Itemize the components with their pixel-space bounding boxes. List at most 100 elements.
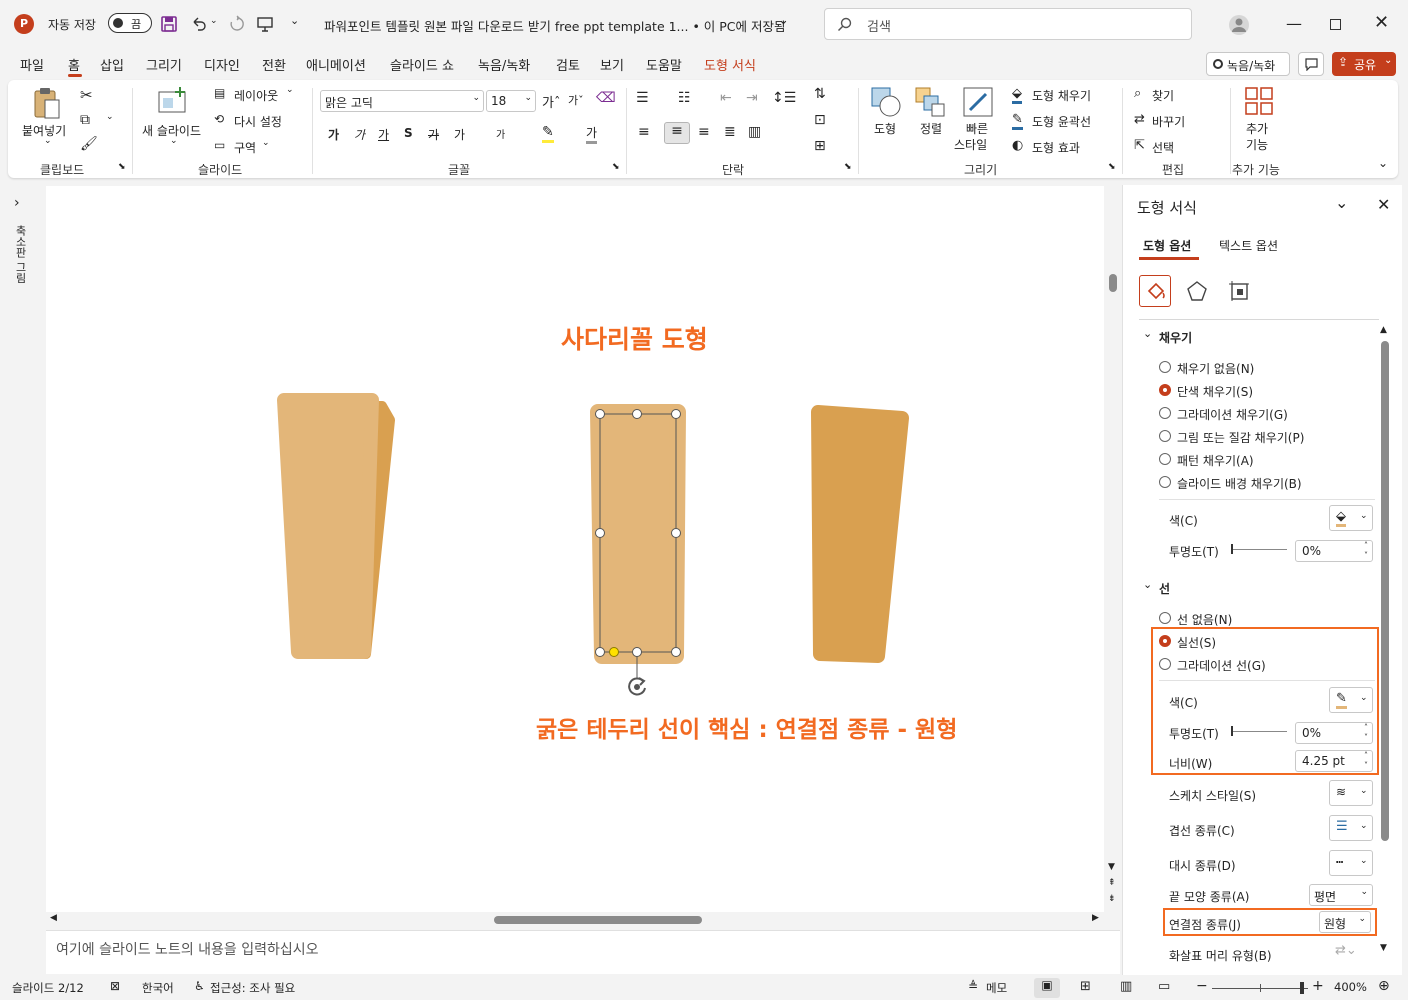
fill-color-button[interactable]: ⬙ ⌄ [1329,505,1373,531]
accessibility-label[interactable]: 접근성: 조사 필요 [210,980,295,996]
sketch-style-button[interactable]: ≋ ⌄ [1329,780,1373,806]
shape-fill-icon[interactable]: ⬙ [1012,86,1022,104]
align-left-icon[interactable]: ≡ [638,124,650,140]
shape-outline-label[interactable]: 도형 윤곽선 [1032,113,1091,130]
vertical-scroll-thumb[interactable] [1109,274,1117,292]
copy-chevron-icon[interactable]: ⌄ [106,112,114,122]
fill-section-chevron-icon[interactable]: ⌄ [1143,327,1152,340]
tab-shape-options[interactable]: 도형 옵션 [1143,237,1191,254]
highlight-icon[interactable]: ✎ [542,124,554,143]
line-gradient-label[interactable]: 그라데이션 선(G) [1177,657,1266,674]
share-button[interactable]: ⇪ 공유 ⌄ [1332,52,1396,76]
grow-font-icon[interactable]: 가ˆ [542,92,560,111]
new-slide-chevron-icon[interactable]: ⌄ [170,136,178,146]
record-button[interactable]: 녹음/녹화 [1206,52,1290,76]
copy-icon[interactable]: ⧉ [80,112,90,128]
fill-background-radio[interactable] [1159,476,1171,488]
maximize-icon[interactable] [1330,19,1341,30]
notes-toggle-label[interactable]: 메모 [986,980,1007,996]
char-spacing-button[interactable]: 가 [454,126,465,143]
line-solid-label[interactable]: 실선(S) [1177,634,1216,651]
section-chevron-icon[interactable]: ⌄ [262,138,270,148]
align-text-icon[interactable]: ⊡ [814,112,826,128]
comments-button[interactable] [1298,52,1324,76]
next-slide-icon[interactable]: ⇟ [1108,894,1116,904]
text-direction-icon[interactable]: ⇅ [814,86,826,102]
fill-section-title[interactable]: 채우기 [1159,329,1192,346]
numbering-icon[interactable]: ☷ [678,90,691,106]
resize-handle-top-right[interactable] [671,409,681,419]
layout-icon[interactable]: ▤ [214,86,225,100]
line-solid-radio[interactable] [1159,635,1171,647]
fill-solid-label[interactable]: 단색 채우기(S) [1177,383,1253,400]
font-name-select[interactable]: 맑은 고딕 ⌄ [320,90,484,112]
align-center-button[interactable]: ≡ [664,122,690,144]
find-label[interactable]: 찾기 [1152,87,1174,104]
arrange-label[interactable]: 정렬 [920,120,942,137]
join-type-select[interactable]: 원형 ⌄ [1319,911,1371,933]
replace-icon[interactable]: ⇄ [1134,112,1145,127]
clipboard-launcher-icon[interactable]: ⬊ [118,162,126,172]
fill-none-radio[interactable] [1159,361,1171,373]
redo-icon[interactable] [228,15,246,33]
paste-icon[interactable] [30,86,64,120]
save-icon[interactable] [160,15,178,33]
select-label[interactable]: 선택 [1152,139,1174,156]
expand-thumbnails-icon[interactable]: › [14,195,20,211]
columns-icon[interactable]: ▥ [748,124,761,140]
account-avatar-icon[interactable] [1228,14,1250,36]
adjust-handle[interactable] [609,647,619,657]
increase-indent-icon[interactable]: ⇥ [746,90,758,106]
horizontal-scroll-thumb[interactable] [494,916,702,924]
section-icon[interactable]: ▭ [214,138,225,152]
language-label[interactable]: 한국어 [142,980,174,996]
font-launcher-icon[interactable]: ⬊ [612,162,620,172]
slide-canvas[interactable]: 사다리꼴 도형 굵은 테두리 선이 핵심 : 연결점 종류 - 원형 [46,186,1104,912]
spelling-icon[interactable]: ⊠ [110,979,120,993]
menu-animations[interactable]: 애니메이션 [306,55,366,74]
menu-file[interactable]: 파일 [20,55,44,74]
menu-slideshow[interactable]: 슬라이드 쇼 [390,55,454,74]
menu-transitions[interactable]: 전환 [262,55,286,74]
autosave-toggle[interactable]: 끔 [108,13,152,33]
scroll-left-icon[interactable]: ◀ [50,913,57,923]
scroll-up-icon[interactable]: ▼ [1108,862,1115,872]
font-color-button[interactable]: 가 [586,124,598,144]
zoom-in-icon[interactable]: + [1312,978,1324,994]
line-color-button[interactable]: ✎ ⌄ [1329,687,1373,713]
align-right-icon[interactable]: ≡ [698,124,710,140]
line-section-chevron-icon[interactable]: ⌄ [1143,578,1152,591]
resize-handle-bottom-left[interactable] [595,647,605,657]
format-painter-icon[interactable]: 🖌 [80,136,98,152]
resize-handle-top[interactable] [632,409,642,419]
fill-gradient-label[interactable]: 그라데이션 채우기(G) [1177,406,1288,423]
fill-pattern-label[interactable]: 패턴 채우기(A) [1177,452,1254,469]
scroll-right-icon[interactable]: ▶ [1092,913,1099,923]
menu-draw[interactable]: 그리기 [146,55,182,74]
customize-toolbar-icon[interactable]: ⌄ [290,14,299,27]
line-none-radio[interactable] [1159,612,1171,624]
select-icon[interactable]: ⇱ [1134,138,1145,153]
minimize-icon[interactable]: — [1286,14,1302,33]
smartart-icon[interactable]: ⊞ [814,138,826,154]
vertical-scrollbar[interactable]: ▼ ⇞ ⇟ [1106,186,1120,912]
pane-close-icon[interactable]: ✕ [1377,195,1390,214]
menu-home[interactable]: 홈 [68,55,80,74]
justify-icon[interactable]: ≣ [724,124,736,140]
reset-label[interactable]: 다시 설정 [234,113,282,130]
fill-none-label[interactable]: 채우기 없음(N) [1177,360,1254,377]
bullets-icon[interactable]: ☰ [636,90,649,106]
arrow-type-icon[interactable]: ⇄⌄ [1335,943,1357,958]
resize-handle-right[interactable] [671,528,681,538]
italic-button[interactable]: 가 [354,126,365,143]
compound-type-button[interactable]: ☰ ⌄ [1329,815,1373,841]
layout-chevron-icon[interactable]: ⌄ [286,85,294,95]
menu-record[interactable]: 녹음/녹화 [478,55,530,74]
addins-label-2[interactable]: 기능 [1246,136,1268,153]
shapes-label[interactable]: 도형 [874,120,896,137]
rotate-handle-icon[interactable] [624,674,650,700]
bold-button[interactable]: 가 [328,126,339,143]
line-section-title[interactable]: 선 [1159,580,1170,597]
menu-insert[interactable]: 삽입 [100,55,124,74]
dash-type-button[interactable]: ┅ ⌄ [1329,850,1373,876]
